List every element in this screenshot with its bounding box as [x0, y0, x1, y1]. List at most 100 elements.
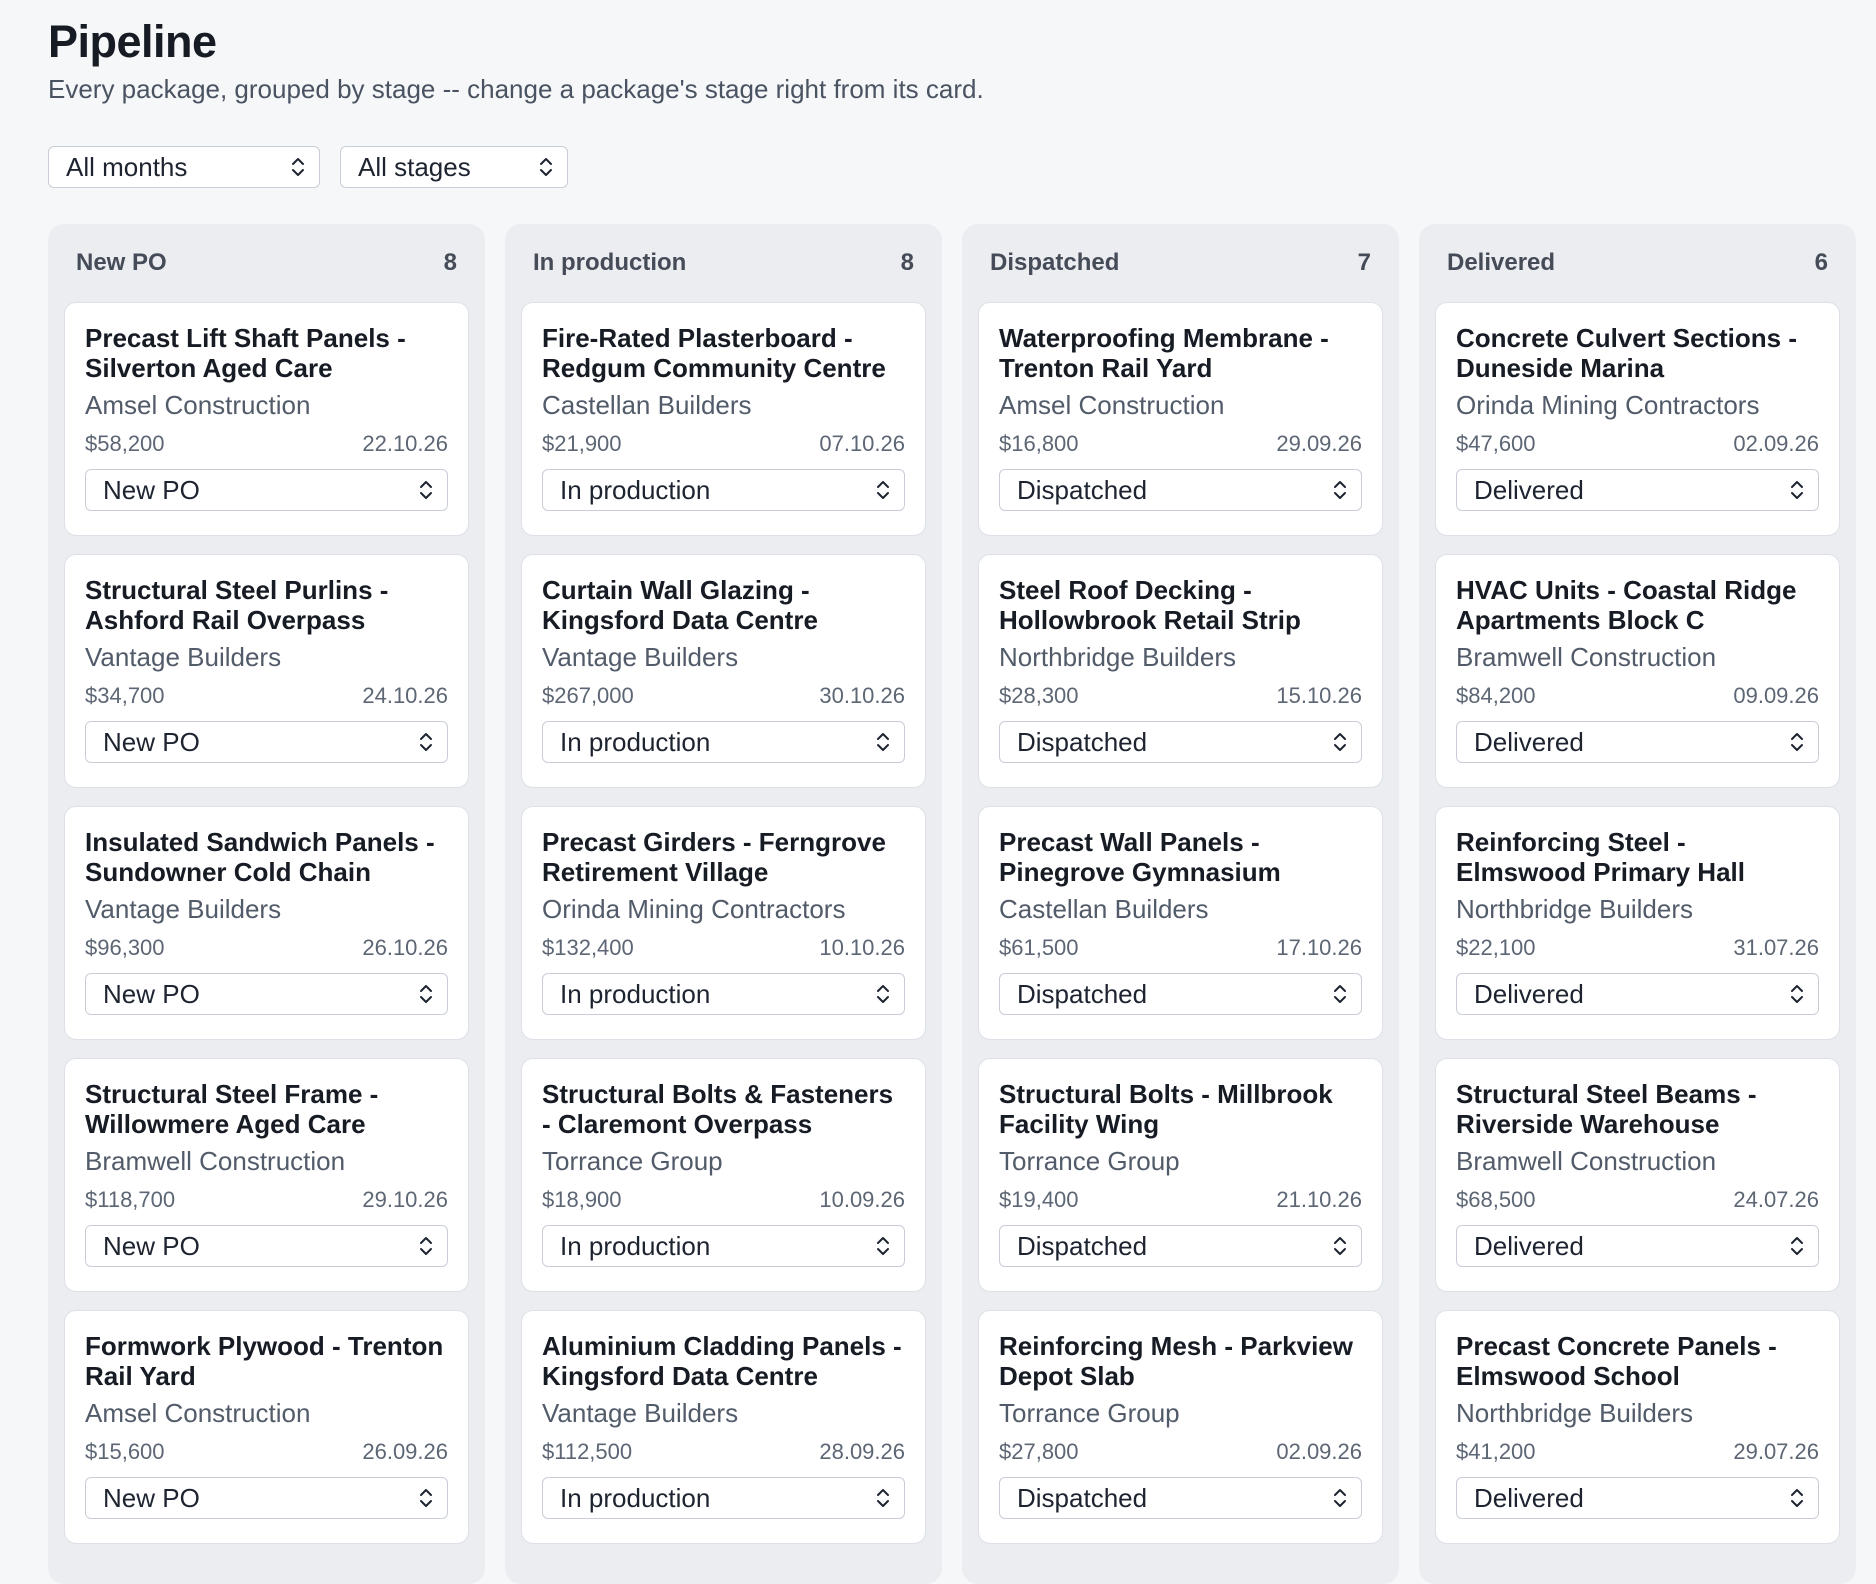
column-header: In production 8	[521, 224, 926, 302]
stage-select-value: Delivered	[1474, 1230, 1584, 1261]
package-card: Concrete Culvert Sections - Duneside Mar…	[1435, 302, 1840, 536]
chevron-up-down-icon	[877, 481, 889, 499]
column-title: Delivered	[1447, 249, 1556, 276]
chevron-up-down-icon	[540, 158, 552, 176]
column-delivered: Delivered 6 Concrete Culvert Sections - …	[1419, 224, 1856, 1584]
card-meta: $132,400 10.10.26	[542, 935, 905, 961]
stage-select-value: In production	[560, 978, 711, 1009]
chevron-up-down-icon	[1791, 733, 1803, 751]
package-card: Reinforcing Mesh - Parkview Depot Slab T…	[978, 1310, 1383, 1544]
column-dispatched: Dispatched 7 Waterproofing Membrane - Tr…	[962, 224, 1399, 1584]
card-date: 29.09.26	[1276, 431, 1362, 456]
card-title: Structural Bolts & Fasteners - Claremont…	[542, 1079, 894, 1139]
stage-select[interactable]: New PO	[85, 973, 448, 1015]
column-header: New PO 8	[64, 224, 469, 302]
stage-select[interactable]: New PO	[85, 469, 448, 511]
card-amount: $58,200	[85, 431, 165, 456]
stage-select-value: Delivered	[1474, 978, 1584, 1009]
card-meta: $27,800 02.09.26	[999, 1439, 1362, 1465]
stage-select[interactable]: In production	[542, 469, 905, 511]
stage-select-value: New PO	[103, 474, 200, 505]
card-client: Castellan Builders	[999, 894, 1209, 924]
chevron-up-down-icon	[877, 1237, 889, 1255]
stage-select[interactable]: Dispatched	[999, 973, 1362, 1015]
card-amount: $15,600	[85, 1439, 165, 1464]
stage-filter-value: All stages	[358, 151, 471, 182]
stage-select[interactable]: Dispatched	[999, 469, 1362, 511]
chevron-up-down-icon	[1791, 1489, 1803, 1507]
stage-select[interactable]: Delivered	[1456, 469, 1819, 511]
card-meta: $47,600 02.09.26	[1456, 431, 1819, 457]
stage-select[interactable]: New PO	[85, 1477, 448, 1519]
card-title: Insulated Sandwich Panels - Sundowner Co…	[85, 827, 435, 887]
stage-select[interactable]: Dispatched	[999, 1477, 1362, 1519]
card-client: Vantage Builders	[85, 642, 282, 672]
stage-select[interactable]: In production	[542, 973, 905, 1015]
card-title: Waterproofing Membrane - Trenton Rail Ya…	[999, 323, 1329, 383]
stage-select[interactable]: New PO	[85, 1225, 448, 1267]
stage-select[interactable]: In production	[542, 721, 905, 763]
stage-select-value: In production	[560, 726, 711, 757]
stage-select[interactable]: Delivered	[1456, 973, 1819, 1015]
card-date: 09.09.26	[1733, 683, 1819, 708]
card-list: Waterproofing Membrane - Trenton Rail Ya…	[978, 302, 1383, 1544]
card-title: Reinforcing Mesh - Parkview Depot Slab	[999, 1331, 1353, 1391]
package-card: Precast Concrete Panels - Elmswood Schoo…	[1435, 1310, 1840, 1544]
card-meta: $22,100 31.07.26	[1456, 935, 1819, 961]
card-meta: $96,300 26.10.26	[85, 935, 448, 961]
card-client: Northbridge Builders	[1456, 894, 1694, 924]
card-meta: $58,200 22.10.26	[85, 431, 448, 457]
card-date: 02.09.26	[1733, 431, 1819, 456]
card-title: HVAC Units - Coastal Ridge Apartments Bl…	[1456, 575, 1797, 635]
card-client: Bramwell Construction	[1456, 1146, 1717, 1176]
filter-bar: All months All stages	[48, 146, 568, 188]
stage-select[interactable]: In production	[542, 1225, 905, 1267]
card-client: Vantage Builders	[542, 1398, 739, 1428]
month-filter-value: All months	[66, 151, 188, 182]
card-amount: $112,500	[542, 1439, 633, 1464]
card-title: Structural Bolts - Millbrook Facility Wi…	[999, 1079, 1333, 1139]
card-amount: $41,200	[1456, 1439, 1536, 1464]
stage-select[interactable]: Dispatched	[999, 721, 1362, 763]
stage-select-value: In production	[560, 1482, 711, 1513]
card-client: Northbridge Builders	[999, 642, 1237, 672]
column-header: Delivered 6	[1435, 224, 1840, 302]
stage-select[interactable]: Delivered	[1456, 1225, 1819, 1267]
package-card: Precast Wall Panels - Pinegrove Gymnasiu…	[978, 806, 1383, 1040]
card-meta: $84,200 09.09.26	[1456, 683, 1819, 709]
stage-select[interactable]: Delivered	[1456, 721, 1819, 763]
month-filter-select[interactable]: All months	[48, 146, 320, 188]
card-amount: $84,200	[1456, 683, 1536, 708]
chevron-up-down-icon	[877, 985, 889, 1003]
card-amount: $22,100	[1456, 935, 1536, 960]
card-meta: $21,900 07.10.26	[542, 431, 905, 457]
card-amount: $18,900	[542, 1187, 622, 1212]
package-card: Fire-Rated Plasterboard - Redgum Communi…	[521, 302, 926, 536]
card-meta: $112,500 28.09.26	[542, 1439, 905, 1465]
stage-filter-select[interactable]: All stages	[340, 146, 568, 188]
card-amount: $27,800	[999, 1439, 1079, 1464]
chevron-up-down-icon	[877, 1489, 889, 1507]
card-client: Torrance Group	[542, 1146, 723, 1176]
card-amount: $47,600	[1456, 431, 1536, 456]
card-title: Structural Steel Purlins - Ashford Rail …	[85, 575, 389, 635]
card-amount: $267,000	[542, 683, 634, 708]
stage-select[interactable]: New PO	[85, 721, 448, 763]
card-amount: $19,400	[999, 1187, 1079, 1212]
card-meta: $18,900 10.09.26	[542, 1187, 905, 1213]
package-card: Structural Steel Frame - Willowmere Aged…	[64, 1058, 469, 1292]
card-client: Torrance Group	[999, 1398, 1180, 1428]
stage-select[interactable]: In production	[542, 1477, 905, 1519]
column-header: Dispatched 7	[978, 224, 1383, 302]
card-client: Castellan Builders	[542, 390, 752, 420]
stage-select-value: New PO	[103, 978, 200, 1009]
card-date: 31.07.26	[1733, 935, 1819, 960]
package-card: Waterproofing Membrane - Trenton Rail Ya…	[978, 302, 1383, 536]
package-card: Precast Girders - Ferngrove Retirement V…	[521, 806, 926, 1040]
card-date: 26.09.26	[362, 1439, 448, 1464]
stage-select-value: Dispatched	[1017, 978, 1148, 1009]
card-client: Bramwell Construction	[85, 1146, 346, 1176]
stage-select[interactable]: Delivered	[1456, 1477, 1819, 1519]
page-title: Pipeline	[48, 16, 217, 67]
stage-select[interactable]: Dispatched	[999, 1225, 1362, 1267]
